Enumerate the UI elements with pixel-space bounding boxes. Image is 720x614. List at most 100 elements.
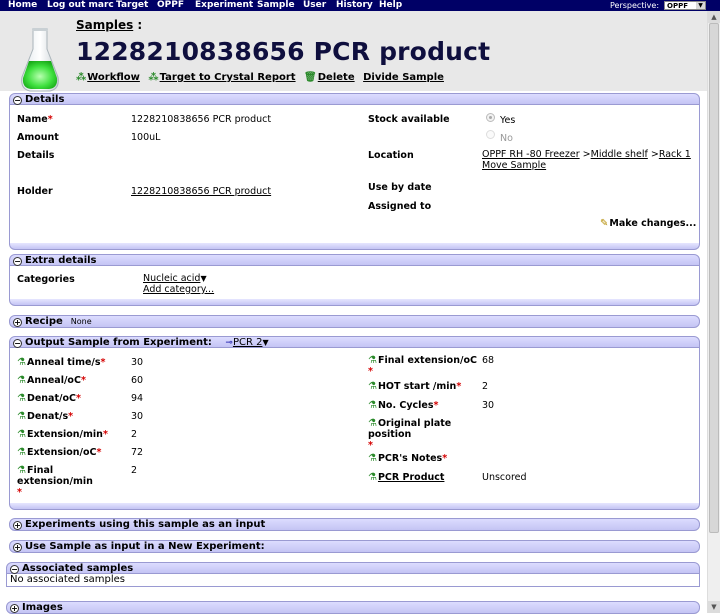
expand-icon[interactable]: + — [10, 604, 19, 613]
parameter-icon: ⚗ — [368, 453, 377, 464]
scroll-thumb[interactable] — [709, 23, 719, 533]
name-value: 1228210838656 PCR product — [131, 114, 272, 125]
recipe-panel: + Recipe None — [9, 315, 700, 328]
collapse-icon[interactable]: − — [13, 257, 22, 266]
param-label: ⚗Final extension/min * — [17, 465, 93, 498]
expand-icon[interactable]: + — [13, 521, 22, 530]
param-value: 30 — [131, 357, 144, 368]
delete-link[interactable]: Delete — [318, 72, 355, 83]
experiment-selector[interactable]: ⊸PCR 2▼ — [225, 337, 268, 348]
scroll-down-arrow-icon[interactable]: ▼ — [708, 601, 720, 613]
output-sample-panel: − Output Sample from Experiment: ⊸PCR 2▼ … — [9, 336, 700, 510]
parameter-icon: ⚗ — [368, 400, 377, 411]
parameter-icon: ⚗ — [17, 357, 26, 368]
workflow-link[interactable]: Workflow — [87, 72, 140, 83]
pencil-icon: ✎ — [600, 218, 609, 229]
experiments-input-panel: + Experiments using this sample as an inp… — [9, 518, 700, 531]
assigned-label: Assigned to — [368, 201, 432, 212]
associated-samples-title: Associated samples — [22, 563, 134, 574]
stock-yes-radio[interactable] — [486, 113, 495, 122]
menu-logout[interactable]: Log out marc — [47, 0, 114, 11]
menu-experiment[interactable]: Experiment — [195, 0, 253, 11]
menu-history[interactable]: History — [336, 0, 373, 11]
holder-link[interactable]: 1228210838656 PCR product — [131, 186, 271, 197]
pcr-product-label: ⚗PCR Product — [368, 472, 444, 483]
location-shelf-link[interactable]: Middle shelf — [591, 149, 648, 160]
menu-user[interactable]: User — [303, 0, 326, 11]
divide-sample-link[interactable]: Divide Sample — [363, 72, 444, 83]
chevron-down-icon[interactable]: ▼ — [696, 2, 705, 9]
extra-details-panel: − Extra details Categories Nucleic acid▼ … — [9, 254, 700, 306]
images-header[interactable]: + Images — [6, 601, 700, 614]
target-report-action[interactable]: ⁂Target to Crystal Report — [148, 72, 295, 83]
amount-value: 100uL — [131, 132, 161, 143]
details-panel: − Details Name* 1228210838656 PCR product… — [9, 93, 700, 250]
param-label: ⚗No. Cycles* — [368, 400, 439, 411]
param-value: 2 — [131, 429, 138, 440]
chevron-down-icon[interactable]: ▼ — [262, 338, 268, 347]
param-value: 72 — [131, 447, 144, 458]
location-path: OPPF RH -80 Freezer >Middle shelf >Rack … — [482, 149, 691, 160]
param-value: 30 — [482, 400, 495, 411]
pcr-icon: ⊸ — [225, 338, 233, 348]
parameter-icon: ⚗ — [17, 465, 26, 476]
param-label: ⚗Extension/min* — [17, 429, 108, 440]
expand-icon[interactable]: + — [13, 543, 22, 552]
collapse-icon[interactable]: − — [13, 339, 22, 348]
pcr-product-link[interactable]: PCR Product — [378, 472, 444, 483]
menu-oppf[interactable]: OPPF — [157, 0, 184, 11]
param-label: ⚗Anneal time/s* — [17, 357, 106, 368]
report-icon: ⁂ — [148, 72, 159, 83]
images-panel: + Images — [6, 601, 700, 614]
details-title: Details — [25, 94, 65, 105]
menu-help[interactable]: Help — [379, 0, 402, 11]
param-label: ⚗Denat/s* — [17, 411, 74, 422]
pcr-product-value: Unscored — [482, 472, 527, 483]
parameter-icon: ⚗ — [368, 472, 377, 483]
use-sample-panel: + Use Sample as input in a New Experiment… — [9, 540, 700, 553]
location-rack-link[interactable]: Rack 1 — [659, 149, 691, 160]
experiments-input-header[interactable]: + Experiments using this sample as an inp… — [9, 518, 700, 531]
expand-icon[interactable]: + — [13, 318, 22, 327]
stock-no-radio[interactable] — [486, 130, 495, 139]
output-sample-header[interactable]: − Output Sample from Experiment: ⊸PCR 2▼ — [9, 336, 700, 348]
recipe-header[interactable]: + Recipe None — [9, 315, 700, 328]
collapse-icon[interactable]: − — [13, 96, 22, 105]
output-sample-title: Output Sample from Experiment: — [25, 337, 212, 348]
menu-home[interactable]: Home — [8, 0, 37, 11]
scroll-up-arrow-icon[interactable]: ▲ — [708, 11, 720, 23]
category-link[interactable]: Nucleic acid — [143, 273, 200, 284]
parameter-icon: ⚗ — [368, 355, 377, 366]
menu-target[interactable]: Target — [116, 0, 148, 11]
location-freezer-link[interactable]: OPPF RH -80 Freezer — [482, 149, 580, 160]
workflow-action[interactable]: ⁂Workflow — [76, 72, 140, 83]
associated-samples-header[interactable]: − Associated samples — [6, 562, 700, 574]
categories-label: Categories — [17, 274, 75, 285]
holder-label: Holder — [17, 186, 53, 197]
param-label: ⚗PCR's Notes* — [368, 453, 448, 464]
param-label: ⚗HOT start /min* — [368, 381, 462, 392]
breadcrumb-separator: : — [137, 18, 143, 32]
experiment-link[interactable]: PCR 2 — [233, 337, 263, 348]
extra-details-footer — [9, 299, 700, 306]
parameter-icon: ⚗ — [17, 411, 26, 422]
page-title: 1228210838656 PCR product — [76, 37, 491, 66]
experiments-input-title: Experiments using this sample as an inpu… — [25, 519, 266, 530]
target-report-link[interactable]: Target to Crystal Report — [160, 72, 296, 83]
chevron-down-icon[interactable]: ▼ — [200, 274, 206, 283]
delete-action[interactable]: 🗑Delete — [304, 72, 355, 83]
parameter-icon: ⚗ — [368, 418, 377, 429]
collapse-icon[interactable]: − — [10, 565, 19, 574]
use-by-label: Use by date — [368, 182, 432, 193]
use-sample-header[interactable]: + Use Sample as input in a New Experiment… — [9, 540, 700, 553]
make-changes-button[interactable]: ✎Make changes... — [600, 218, 696, 229]
perspective-value: OPPF — [667, 2, 688, 10]
menu-sample[interactable]: Sample — [257, 0, 295, 11]
vertical-scrollbar[interactable]: ▲ ▼ — [707, 11, 720, 613]
add-category-link[interactable]: Add category... — [143, 284, 214, 295]
breadcrumb-samples-link[interactable]: Samples — [76, 18, 133, 32]
details-header[interactable]: − Details — [9, 93, 700, 105]
extra-details-header[interactable]: − Extra details — [9, 254, 700, 266]
move-sample-link[interactable]: Move Sample — [482, 160, 546, 171]
perspective-select[interactable]: OPPF ▼ — [664, 1, 706, 10]
